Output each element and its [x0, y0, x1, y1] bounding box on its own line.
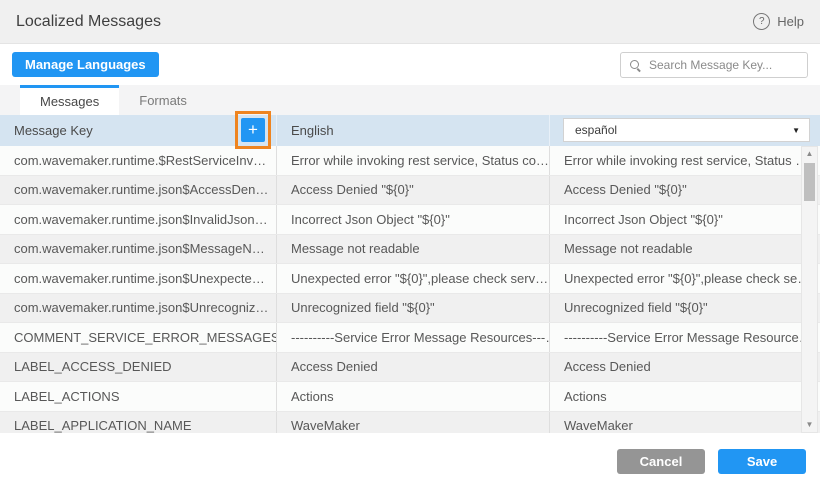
cell-key[interactable]: com.wavemaker.runtime.json$AccessDen… [0, 176, 276, 205]
cell-english[interactable]: Access Denied "${0}" [276, 176, 549, 205]
cell-translation[interactable]: Incorrect Json Object "${0}" [549, 205, 801, 234]
cell-english[interactable]: Incorrect Json Object "${0}" [276, 205, 549, 234]
cell-key[interactable]: com.wavemaker.runtime.json$Unexpecte… [0, 264, 276, 293]
search-box[interactable] [620, 52, 808, 78]
scrollbar-thumb[interactable] [804, 163, 815, 201]
cell-key[interactable]: LABEL_APPLICATION_NAME [0, 412, 276, 434]
toolbar: Manage Languages [0, 44, 820, 85]
cell-translation[interactable]: ----------Service Error Message Resource… [549, 323, 801, 352]
cell-key[interactable]: com.wavemaker.runtime.json$InvalidJson… [0, 205, 276, 234]
table-row[interactable]: com.wavemaker.runtime.json$InvalidJson…I… [0, 205, 820, 235]
table-row[interactable]: com.wavemaker.runtime.json$MessageN…Mess… [0, 235, 820, 265]
help-label: Help [777, 14, 804, 29]
cell-english[interactable]: WaveMaker [276, 412, 549, 434]
cell-english[interactable]: Error while invoking rest service, Statu… [276, 146, 549, 175]
tab-strip: Messages Formats [0, 85, 820, 115]
scroll-down-icon[interactable]: ▼ [802, 418, 817, 432]
column-header-english: English [276, 115, 549, 146]
cancel-button[interactable]: Cancel [617, 449, 705, 474]
table-row[interactable]: com.wavemaker.runtime.json$Unexpecte…Une… [0, 264, 820, 294]
cell-english[interactable]: Actions [276, 382, 549, 411]
search-icon [629, 59, 641, 71]
table-row[interactable]: com.wavemaker.runtime.json$Unrecogniz…Un… [0, 294, 820, 324]
cell-translation[interactable]: Error while invoking rest service, Statu… [549, 146, 801, 175]
cell-translation[interactable]: Message not readable [549, 235, 801, 264]
table-scrollbar[interactable]: ▲ ▼ [801, 146, 818, 433]
add-message-key-button[interactable]: + [241, 118, 265, 142]
table-row[interactable]: LABEL_ACCESS_DENIEDAccess DeniedAccess D… [0, 353, 820, 383]
cell-english[interactable]: Message not readable [276, 235, 549, 264]
cell-english[interactable]: Access Denied [276, 353, 549, 382]
chevron-down-icon: ▼ [792, 126, 800, 135]
search-input[interactable] [647, 57, 799, 73]
dialog-title-bar: Localized Messages ? Help [0, 0, 820, 44]
help-button[interactable]: ? Help [753, 13, 804, 30]
cell-translation[interactable]: Access Denied [549, 353, 801, 382]
cell-translation[interactable]: WaveMaker [549, 412, 801, 434]
cell-translation[interactable]: Unrecognized field "${0}" [549, 294, 801, 323]
page-title: Localized Messages [16, 13, 161, 31]
cell-key[interactable]: COMMENT_SERVICE_ERROR_MESSAGES [0, 323, 276, 352]
cell-key[interactable]: LABEL_ACTIONS [0, 382, 276, 411]
table-row[interactable]: com.wavemaker.runtime.json$AccessDen…Acc… [0, 176, 820, 206]
save-button[interactable]: Save [718, 449, 806, 474]
tab-formats[interactable]: Formats [119, 85, 207, 115]
language-select[interactable]: español ▼ [563, 118, 810, 142]
table-row[interactable]: com.wavemaker.runtime.$RestServiceInv…Er… [0, 146, 820, 176]
cell-key[interactable]: com.wavemaker.runtime.json$MessageN… [0, 235, 276, 264]
language-selected-value: español [575, 123, 617, 137]
table-body: com.wavemaker.runtime.$RestServiceInv…Er… [0, 146, 820, 433]
cell-translation[interactable]: Actions [549, 382, 801, 411]
cell-key[interactable]: com.wavemaker.runtime.json$Unrecogniz… [0, 294, 276, 323]
table-row[interactable]: COMMENT_SERVICE_ERROR_MESSAGES----------… [0, 323, 820, 353]
cell-translation[interactable]: Unexpected error "${0}",please check se… [549, 264, 801, 293]
cell-english[interactable]: Unexpected error "${0}",please check ser… [276, 264, 549, 293]
cell-key[interactable]: LABEL_ACCESS_DENIED [0, 353, 276, 382]
scroll-up-icon[interactable]: ▲ [802, 147, 817, 161]
manage-languages-button[interactable]: Manage Languages [12, 52, 159, 77]
tab-messages[interactable]: Messages [20, 85, 119, 115]
cell-english[interactable]: ----------Service Error Message Resource… [276, 323, 549, 352]
cell-key[interactable]: com.wavemaker.runtime.$RestServiceInv… [0, 146, 276, 175]
cell-english[interactable]: Unrecognized field "${0}" [276, 294, 549, 323]
help-icon: ? [753, 13, 770, 30]
table-row[interactable]: LABEL_APPLICATION_NAMEWaveMakerWaveMaker [0, 412, 820, 434]
cell-translation[interactable]: Access Denied "${0}" [549, 176, 801, 205]
column-header-message-key: Message Key [0, 115, 276, 146]
dialog-footer: Cancel Save [0, 433, 820, 490]
table-row[interactable]: LABEL_ACTIONSActionsActions [0, 382, 820, 412]
